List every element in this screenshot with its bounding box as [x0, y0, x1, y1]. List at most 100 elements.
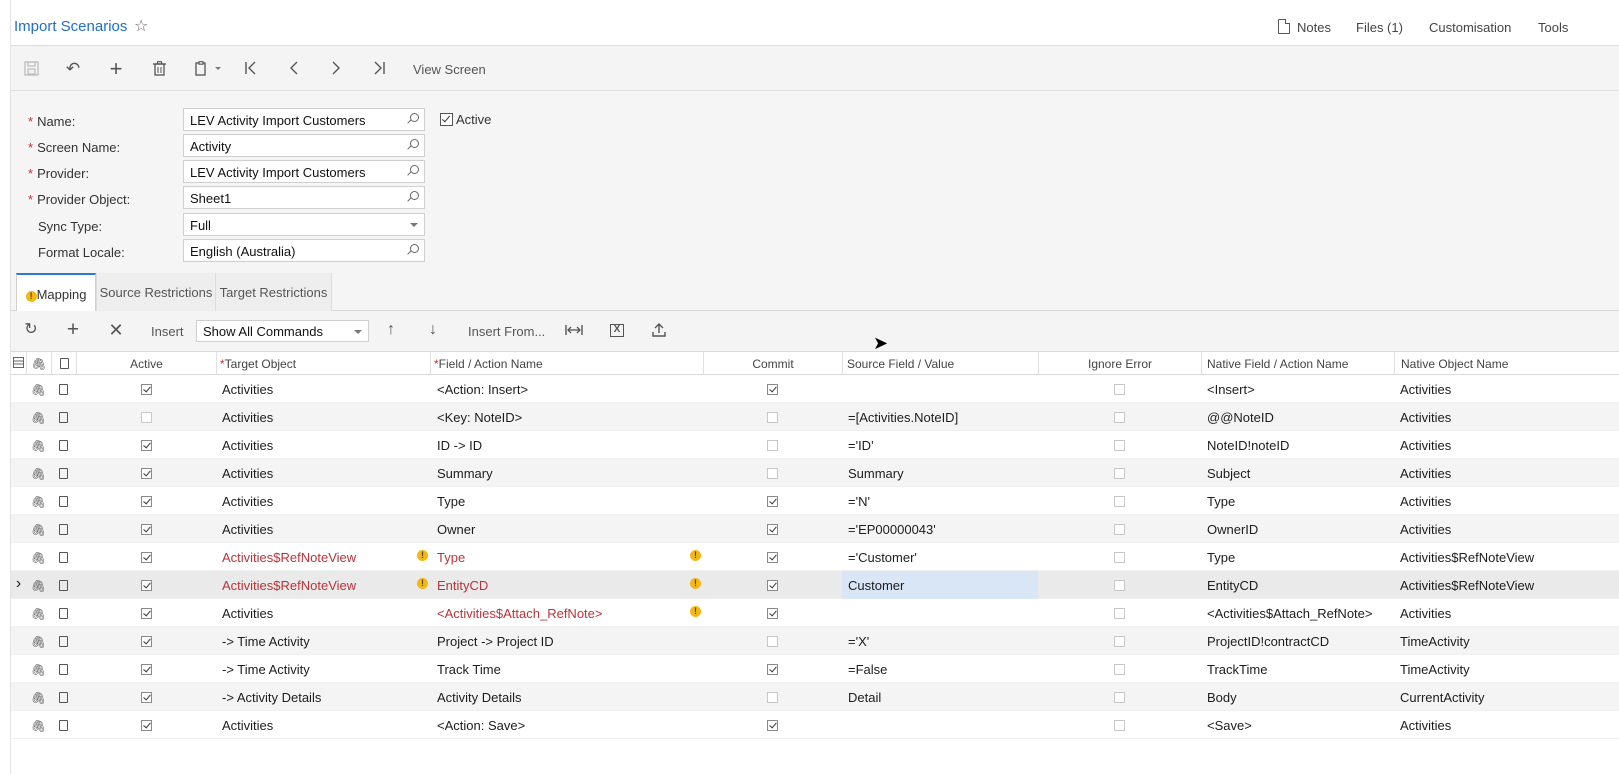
search-icon[interactable] — [410, 165, 419, 174]
native-object-cell[interactable]: Activities — [1394, 459, 1619, 487]
field-action-cell[interactable]: <Action: Insert> — [430, 375, 703, 403]
native-object-cell[interactable]: Activities — [1394, 599, 1619, 627]
provider-object-field[interactable]: Sheet1 — [183, 186, 425, 209]
view-screen-button[interactable]: View Screen — [413, 62, 486, 77]
note-icon[interactable] — [51, 627, 76, 655]
checkbox[interactable] — [140, 468, 152, 479]
native-object-cell[interactable]: Activities$RefNoteView — [1394, 571, 1619, 599]
checkbox[interactable] — [1114, 664, 1125, 675]
tab-mapping[interactable]: ! Mapping — [16, 273, 96, 312]
commands-filter-select[interactable]: Show All Commands — [196, 320, 369, 342]
source-field-cell[interactable]: ='EP00000043' — [842, 515, 1038, 543]
checkbox[interactable] — [1114, 412, 1125, 423]
checkbox[interactable] — [140, 552, 152, 563]
previous-record-icon[interactable] — [281, 55, 307, 81]
note-icon[interactable] — [51, 375, 76, 403]
ignore-error-cell[interactable] — [1038, 487, 1201, 515]
native-field-cell[interactable]: ProjectID!contractCD — [1201, 627, 1394, 655]
excel-export-icon[interactable]: X — [605, 318, 629, 342]
source-field-cell[interactable]: ='N' — [842, 487, 1038, 515]
checkbox[interactable] — [1114, 608, 1125, 619]
field-action-cell[interactable]: ID -> ID — [430, 431, 703, 459]
checkbox[interactable] — [767, 636, 778, 647]
source-field-cell[interactable]: Detail — [842, 683, 1038, 711]
checkbox[interactable] — [140, 524, 152, 535]
checkbox[interactable] — [1114, 384, 1125, 395]
attachment-icon[interactable]: 🖇 — [26, 459, 51, 487]
checkbox[interactable] — [767, 552, 778, 563]
checkbox[interactable] — [140, 636, 152, 647]
table-row[interactable]: 🖇 -> Activity Details Activity Details Deta… — [11, 683, 1619, 711]
table-row[interactable]: 🖇 -> Time Activity Project -> Project ID ='… — [11, 627, 1619, 655]
source-field-cell[interactable]: ='X' — [842, 627, 1038, 655]
note-icon[interactable] — [51, 655, 76, 683]
attachment-icon[interactable]: 🖇 — [26, 599, 51, 627]
native-object-cell[interactable]: Activities — [1394, 375, 1619, 403]
native-object-cell[interactable]: TimeActivity — [1394, 655, 1619, 683]
native-field-cell[interactable]: Subject — [1201, 459, 1394, 487]
attachment-icon[interactable]: 🖇 — [26, 627, 51, 655]
add-icon[interactable]: + — [103, 55, 129, 81]
field-action-cell[interactable]: Activity Details — [430, 683, 703, 711]
active-cell[interactable] — [76, 627, 216, 655]
chevron-down-icon[interactable] — [354, 330, 362, 334]
field-action-cell[interactable]: Summary — [430, 459, 703, 487]
field-action-cell[interactable]: Type — [430, 487, 703, 515]
active-cell[interactable] — [76, 375, 216, 403]
native-object-cell[interactable]: Activities — [1394, 487, 1619, 515]
note-icon[interactable] — [51, 683, 76, 711]
target-object-cell[interactable]: Activities$RefNoteView! — [216, 543, 430, 571]
last-record-icon[interactable] — [366, 55, 392, 81]
checkbox[interactable] — [1114, 720, 1125, 731]
insert-from-button[interactable]: Insert From... — [468, 324, 545, 339]
checkbox[interactable] — [767, 692, 778, 703]
source-field-cell[interactable] — [842, 711, 1038, 739]
native-object-cell[interactable]: TimeActivity — [1394, 627, 1619, 655]
files-link[interactable]: Files (1) — [1356, 20, 1403, 35]
checkbox[interactable] — [767, 384, 778, 395]
copy-paste-icon[interactable] — [189, 55, 227, 81]
insert-button[interactable]: Insert — [151, 324, 184, 339]
active-cell[interactable] — [76, 683, 216, 711]
attachment-icon[interactable]: 🖇 — [26, 403, 51, 431]
native-field-cell[interactable]: @@NoteID — [1201, 403, 1394, 431]
active-cell[interactable] — [76, 543, 216, 571]
native-field-cell[interactable]: <Activities$Attach_RefNote> — [1201, 599, 1394, 627]
add-row-icon[interactable]: + — [61, 318, 85, 342]
checkbox[interactable] — [1114, 636, 1125, 647]
checkbox[interactable] — [1114, 496, 1125, 507]
screen-name-field[interactable]: Activity — [183, 134, 425, 157]
attachment-icon[interactable]: 🖇 — [26, 487, 51, 515]
target-object-cell[interactable]: Activities — [216, 515, 430, 543]
commit-cell[interactable] — [703, 627, 842, 655]
target-object-cell[interactable]: -> Time Activity — [216, 627, 430, 655]
attachment-icon[interactable]: 🖇 — [26, 571, 51, 599]
note-icon[interactable] — [51, 599, 76, 627]
commit-cell[interactable] — [703, 711, 842, 739]
checkbox[interactable] — [767, 524, 778, 535]
move-up-icon[interactable]: ↑ — [379, 318, 403, 342]
notes-link[interactable]: Notes — [1297, 20, 1331, 35]
note-icon[interactable] — [51, 543, 76, 571]
checkbox[interactable] — [140, 496, 152, 507]
field-action-cell[interactable]: <Action: Save> — [430, 711, 703, 739]
checkbox[interactable] — [140, 412, 152, 423]
attachment-icon[interactable]: 🖇 — [26, 515, 51, 543]
checkbox[interactable] — [140, 664, 152, 675]
column-source-field[interactable]: Source Field / Value — [842, 352, 1038, 375]
sync-type-select[interactable]: Full — [183, 213, 425, 236]
commit-cell[interactable] — [703, 515, 842, 543]
target-object-cell[interactable]: Activities — [216, 487, 430, 515]
note-icon[interactable] — [51, 431, 76, 459]
table-row[interactable]: 🖇 Activities$RefNoteView! Type! ='Customer'… — [11, 543, 1619, 571]
column-field-action[interactable]: *Field / Action Name — [430, 352, 703, 375]
search-icon[interactable] — [410, 244, 419, 253]
target-object-cell[interactable]: Activities — [216, 459, 430, 487]
native-field-cell[interactable]: EntityCD — [1201, 571, 1394, 599]
column-native-object[interactable]: Native Object Name — [1394, 352, 1619, 375]
commit-cell[interactable] — [703, 599, 842, 627]
checkbox[interactable] — [767, 720, 778, 731]
target-object-cell[interactable]: Activities — [216, 599, 430, 627]
table-row[interactable]: 🖇 -> Time Activity Track Time =False TrackTi… — [11, 655, 1619, 683]
ignore-error-cell[interactable] — [1038, 711, 1201, 739]
